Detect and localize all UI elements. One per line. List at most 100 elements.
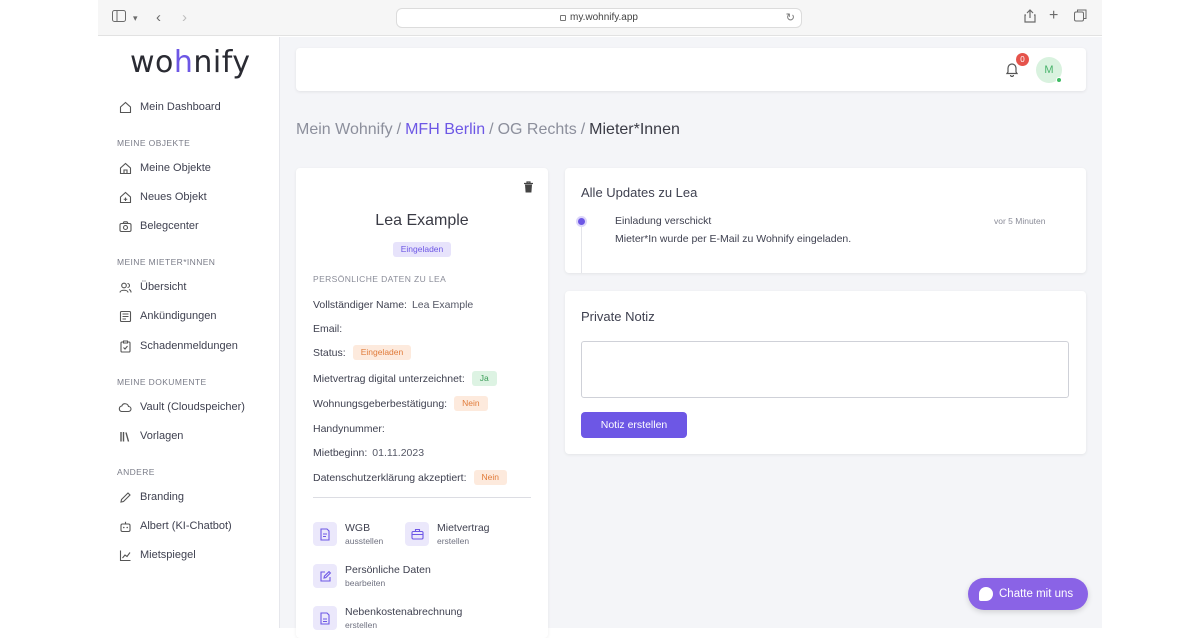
action-mietvertrag[interactable]: Mietvertrag erstellen	[405, 522, 490, 548]
sidebar-item-label: Mein Dashboard	[140, 101, 221, 113]
breadcrumb-separator: /	[489, 121, 494, 138]
action-subtitle: ausstellen	[345, 536, 384, 546]
action-title: Persönliche Daten	[345, 564, 431, 576]
timeline-line	[581, 224, 582, 273]
house-plus-icon	[118, 190, 132, 204]
address-bar[interactable]: my.wohnify.app ↻	[396, 8, 802, 28]
sidebar-item-branding[interactable]: Branding	[118, 487, 184, 507]
sidebar-item-albert[interactable]: Albert (KI-Chatbot)	[118, 516, 232, 536]
note-textarea[interactable]	[581, 341, 1069, 398]
sidebar-item-uebersicht[interactable]: Übersicht	[118, 277, 186, 297]
sidebar-item-ankuendigungen[interactable]: Ankündigungen	[118, 306, 216, 326]
sidebar-item-mietspiegel[interactable]: Mietspiegel	[118, 545, 196, 565]
sidebar-toggle-icon[interactable]	[112, 9, 126, 27]
update-timestamp: vor 5 Minuten	[994, 216, 1046, 226]
action-wgb[interactable]: WGB ausstellen	[313, 522, 383, 548]
breadcrumb-root[interactable]: Mein Wohnify	[296, 121, 393, 138]
sidebar-item-label: Branding	[140, 491, 185, 503]
notification-badge: 0	[1016, 53, 1029, 66]
action-subtitle: bearbeiten	[345, 578, 386, 588]
sidebar-item-belegcenter[interactable]: Belegcenter	[118, 216, 199, 236]
sidebar-item-label: Mietspiegel	[140, 549, 196, 561]
breadcrumb-object[interactable]: MFH Berlin	[405, 121, 485, 138]
field-label: Wohnungsgeberbestätigung:	[313, 397, 448, 410]
sidebar-item-dashboard[interactable]: Mein Dashboard	[118, 97, 221, 117]
sidebar-section-title: MEINE MIETER*INNEN	[117, 257, 216, 267]
newspaper-icon	[118, 309, 132, 323]
chat-label: Chatte mit uns	[999, 588, 1074, 600]
briefcase-icon	[405, 522, 429, 546]
field-label: Vollständiger Name:	[313, 299, 407, 311]
pen-icon	[118, 490, 132, 504]
status-badge: Eingeladen	[392, 242, 452, 257]
tenant-name: Lea Example	[375, 212, 469, 229]
sidebar-item-label: Übersicht	[140, 281, 187, 293]
sidebar-item-label: Neues Objekt	[140, 191, 207, 203]
sidebar-item-label: Ankündigungen	[140, 310, 217, 322]
chart-icon	[118, 548, 132, 562]
clipboard-icon	[118, 339, 132, 353]
sidebar-item-vorlagen[interactable]: Vorlagen	[118, 426, 183, 446]
share-icon[interactable]	[1024, 9, 1036, 28]
field-value: 01.11.2023	[372, 447, 425, 459]
topbar: 0 M	[296, 48, 1086, 91]
field-value: Lea Example	[411, 299, 474, 311]
create-note-button[interactable]: Notiz erstellen	[581, 412, 687, 438]
breadcrumb-unit[interactable]: OG Rechts	[498, 121, 577, 138]
new-tab-icon[interactable]: +	[1049, 7, 1058, 25]
field-label: Mietvertrag digital unterzeichnet:	[313, 372, 465, 385]
action-persoenliche-daten[interactable]: Persönliche Daten bearbeiten	[313, 564, 431, 590]
section-label: PERSÖNLICHE DATEN ZU LEA	[313, 274, 447, 284]
sidebar-section-title: MEINE DOKUMENTE	[117, 377, 207, 387]
invoice-icon	[313, 606, 337, 630]
updates-title: Alle Updates zu Lea	[581, 185, 698, 200]
chat-button[interactable]: Chatte mit uns	[968, 578, 1088, 610]
field-label: Email:	[313, 323, 343, 335]
sidebar-item-schadenmeldungen[interactable]: Schadenmeldungen	[118, 336, 238, 356]
users-icon	[118, 280, 132, 294]
field-label: Status:	[313, 346, 346, 359]
lock-icon	[560, 15, 566, 21]
online-status-dot	[1056, 77, 1062, 83]
sidebar-item-label: Belegcenter	[140, 220, 199, 232]
sidebar-item-label: Schadenmeldungen	[140, 340, 238, 352]
cloud-icon	[118, 400, 132, 414]
breadcrumb-separator: /	[396, 121, 402, 138]
breadcrumb: Mein Wohnify / MFH Berlin / OG Rechts / Mieter…	[296, 121, 680, 139]
action-nebenkostenabrechnung[interactable]: Nebenkostenabrechnung erstellen	[313, 606, 462, 632]
sidebar-item-label: Vault (Cloudspeicher)	[140, 401, 245, 413]
field-full-name: Vollständiger Name: Lea Example	[313, 299, 473, 311]
sidebar-item-vault[interactable]: Vault (Cloudspeicher)	[118, 397, 245, 417]
sidebar-section-title: ANDERE	[117, 467, 155, 477]
forward-icon[interactable]: ›	[182, 9, 187, 27]
note-title: Private Notiz	[581, 309, 655, 324]
sidebar-item-label: Albert (KI-Chatbot)	[140, 520, 232, 532]
private-note-card: Private Notiz Notiz erstellen	[565, 291, 1086, 454]
reload-icon[interactable]: ↻	[786, 9, 795, 27]
field-label: Mietbeginn:	[313, 447, 368, 459]
action-title: Mietvertrag	[437, 522, 490, 534]
wohnify-logo[interactable]: wohnify	[130, 45, 251, 80]
document-icon	[313, 522, 337, 546]
sidebar: wohnify Mein Dashboard MEINE OBJEKTE Mei…	[98, 37, 280, 628]
sidebar-item-meine-objekte[interactable]: Meine Objekte	[118, 158, 211, 178]
robot-icon	[118, 519, 132, 533]
action-subtitle: erstellen	[345, 620, 378, 630]
chat-bubble-icon	[979, 587, 993, 601]
edit-icon	[313, 564, 337, 588]
action-title: WGB	[345, 522, 371, 534]
trash-icon[interactable]	[523, 180, 535, 193]
sidebar-item-neues-objekt[interactable]: Neues Objekt	[118, 187, 207, 207]
library-icon	[118, 429, 132, 443]
chevron-down-icon[interactable]: ▾	[133, 9, 138, 27]
field-landlord-confirmation: Wohnungsgeberbestätigung: Nein	[313, 396, 488, 411]
status-badge: Nein	[454, 396, 488, 411]
field-status: Status: Eingeladen	[313, 345, 412, 360]
back-icon[interactable]: ‹	[156, 9, 161, 27]
breadcrumb-current: Mieter*Innen	[589, 121, 680, 138]
home-icon	[118, 100, 132, 114]
field-contract-signed: Mietvertrag digital unterzeichnet: Ja	[313, 371, 497, 386]
browser-toolbar: ▾ ‹ › my.wohnify.app ↻ +	[98, 0, 1102, 36]
action-subtitle: erstellen	[437, 536, 470, 546]
tabs-overview-icon[interactable]	[1074, 9, 1087, 27]
